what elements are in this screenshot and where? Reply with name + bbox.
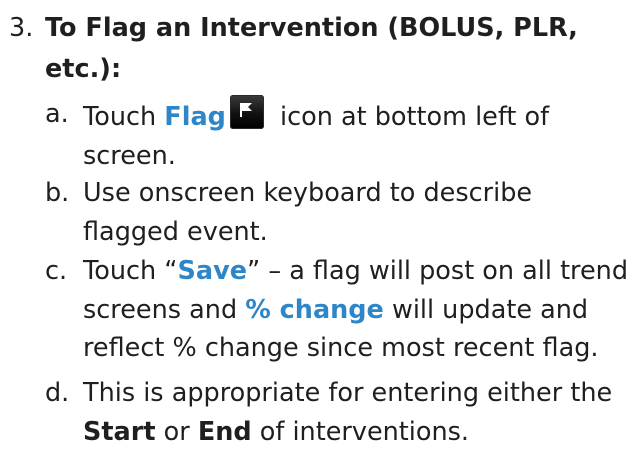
substep-letter: a. bbox=[45, 99, 69, 129]
substep-text: Touch “Save” – a flag will post on all t… bbox=[83, 256, 629, 363]
substep-letter: c. bbox=[45, 256, 68, 286]
start-keyword: Start bbox=[83, 416, 156, 447]
step-heading: To Flag an Intervention (BOLUS, PLR, etc… bbox=[45, 13, 578, 84]
flag-icon bbox=[229, 95, 264, 129]
save-keyword: Save bbox=[177, 256, 248, 286]
percent-change-keyword: % change bbox=[245, 294, 384, 325]
substep-text: This is appropriate for entering either … bbox=[83, 378, 613, 447]
document-page: 3. To Flag an Intervention (BOLUS, PLR, … bbox=[0, 0, 633, 455]
substep-letter: b. bbox=[45, 178, 70, 208]
substep-text: Touch Flag icon at bottom left of screen… bbox=[83, 95, 629, 175]
flag-keyword: Flag bbox=[164, 102, 226, 132]
step-number: 3. bbox=[9, 13, 34, 43]
substep-text: Use onscreen keyboard to describe flagge… bbox=[83, 178, 533, 247]
substep-letter: d. bbox=[45, 378, 70, 408]
end-keyword: End bbox=[197, 416, 252, 447]
